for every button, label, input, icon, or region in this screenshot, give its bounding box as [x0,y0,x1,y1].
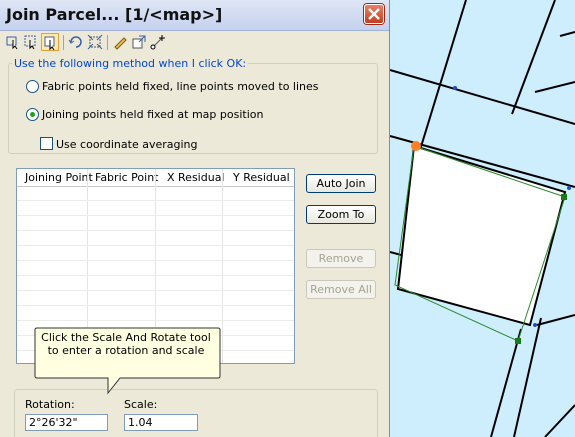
parcel-line [534,81,575,93]
rotation-label: Rotation: [25,398,75,411]
toolbar-separator [63,35,64,50]
table-row [17,320,294,321]
parcel-line [490,328,522,437]
move-points-tool[interactable] [149,33,167,51]
move-points-icon [150,35,165,50]
resize-icon [132,35,146,49]
vertex-dot [567,186,571,190]
rotation-field[interactable]: 2°26'32" [25,414,108,431]
edit-pencil-tool[interactable] [111,33,129,51]
table-row [17,305,294,306]
scale-rotate-icon [44,36,55,51]
fabric-points-radio[interactable] [26,80,39,93]
resize-tool[interactable] [130,33,148,51]
table-row [17,230,294,231]
column-header-x-residual[interactable]: X Residual [167,171,225,184]
parcel-line [511,0,556,115]
radio-selected-dot [30,112,35,117]
rotate-tool[interactable] [67,33,85,51]
toolbar-separator [107,35,108,50]
scale-label: Scale: [124,398,158,411]
active-point [411,141,421,151]
remove-button[interactable]: Remove [306,249,376,268]
dialog-title: Join Parcel... [1/<map>] [6,5,223,24]
remove-all-button[interactable]: Remove All [306,280,376,299]
join-parcel-dialog: Join Parcel... [1/<map>] Use the followi… [0,0,390,437]
table-row [17,200,294,201]
close-button[interactable] [364,4,384,24]
table-row [17,275,294,276]
title-bar[interactable]: Join Parcel... [1/<map>] [0,0,389,31]
table-row [17,215,294,216]
vertex-marker [561,194,567,200]
select-points-tool[interactable] [4,33,22,51]
coordinate-averaging-checkbox[interactable] [40,137,53,150]
toolbar [4,33,204,55]
parcel-line [536,314,575,326]
column-header-fabric-point[interactable]: Fabric Point [95,171,158,184]
scale-field[interactable]: 1.04 [124,414,198,431]
zoom-to-button[interactable]: Zoom To [306,205,376,224]
fabric-points-label: Fabric points held fixed, line points mo… [42,80,319,93]
vertex-marker [515,338,521,344]
vertex-dot [453,86,457,90]
table-row [17,260,294,261]
parcel-line [419,0,467,151]
parcel-line [544,404,575,437]
coordinate-averaging-label: Use coordinate averaging [56,138,198,151]
table-row [17,290,294,291]
column-header-joining-point[interactable]: Joining Point [25,171,93,184]
callout-text: Click the Scale And Rotate tool to enter… [41,331,211,357]
parcel-line [559,31,575,37]
auto-join-button[interactable]: Auto Join [306,174,376,193]
table-row [17,245,294,246]
select-lines-tool[interactable] [22,33,40,51]
parcel-line [513,317,542,437]
select-lines-icon [24,35,36,50]
joining-points-label: Joining points held fixed at map positio… [42,108,264,121]
method-group-legend: Use the following method when I click OK… [12,57,249,70]
scale-tool[interactable] [86,33,104,51]
joining-points-radio[interactable] [26,108,39,121]
parcel-line [389,69,575,125]
scale-icon [87,34,103,50]
edit-pencil-icon [114,37,127,50]
select-points-icon [6,36,18,50]
column-header-y-residual[interactable]: Y Residual [233,171,290,184]
rotate-icon [68,36,82,48]
scale-rotate-tool[interactable] [41,33,59,51]
close-icon [368,8,380,20]
vertex-dot [533,323,537,327]
